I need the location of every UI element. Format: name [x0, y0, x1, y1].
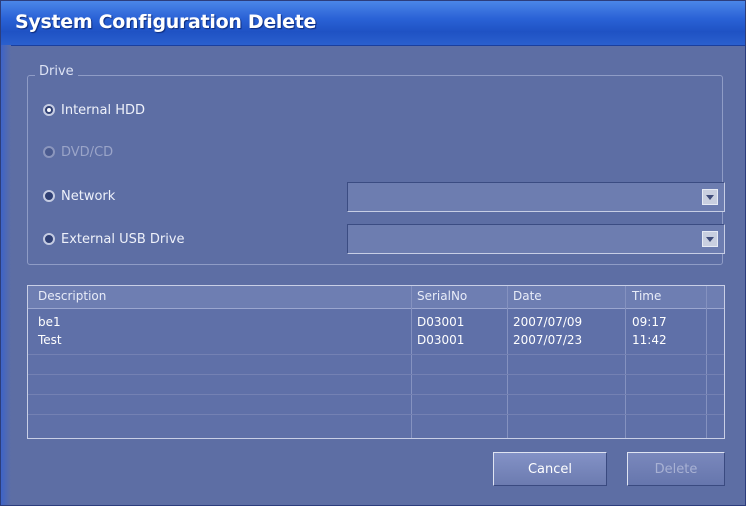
- title-bar[interactable]: System Configuration Delete: [1, 1, 745, 46]
- cell-description: be1: [38, 315, 61, 329]
- cell-time: 09:17: [632, 315, 667, 329]
- column-header-time[interactable]: Time: [632, 289, 661, 303]
- radio-button-icon[interactable]: [43, 233, 55, 245]
- column-divider: [625, 286, 626, 438]
- chevron-down-icon[interactable]: [702, 189, 718, 205]
- dialog-window: System Configuration Delete Drive Intern…: [0, 0, 746, 506]
- cell-serialno: D03001: [417, 315, 465, 329]
- row-divider: [28, 394, 724, 395]
- radio-button-icon[interactable]: [43, 104, 55, 116]
- column-divider: [411, 286, 412, 438]
- column-divider: [507, 286, 508, 438]
- row-divider: [28, 414, 724, 415]
- radio-button-icon: [43, 146, 55, 158]
- column-header-description[interactable]: Description: [38, 289, 106, 303]
- delete-button: Delete: [627, 452, 725, 486]
- usb-select[interactable]: [347, 224, 725, 254]
- window-title: System Configuration Delete: [15, 11, 317, 33]
- radio-label: Internal HDD: [61, 102, 146, 118]
- radio-label: External USB Drive: [61, 231, 185, 247]
- network-select[interactable]: [347, 182, 725, 212]
- radio-network[interactable]: Network: [43, 185, 115, 207]
- column-header-serialno[interactable]: SerialNo: [417, 289, 467, 303]
- radio-dvd-cd: DVD/CD: [43, 141, 113, 163]
- table-header: Description SerialNo Date Time: [28, 286, 724, 309]
- column-header-date[interactable]: Date: [513, 289, 542, 303]
- drive-legend: Drive: [35, 64, 78, 79]
- radio-label: Network: [61, 188, 116, 204]
- cancel-button[interactable]: Cancel: [493, 452, 607, 486]
- cell-date: 2007/07/23: [513, 333, 583, 347]
- cell-time: 11:42: [632, 333, 667, 347]
- radio-button-icon[interactable]: [43, 190, 55, 202]
- radio-internal-hdd[interactable]: Internal HDD: [43, 99, 145, 121]
- radio-external-usb[interactable]: External USB Drive: [43, 228, 185, 250]
- chevron-down-icon[interactable]: [702, 231, 718, 247]
- column-divider: [706, 286, 707, 438]
- window-edge: [1, 45, 11, 505]
- row-divider: [28, 374, 724, 375]
- cell-serialno: D03001: [417, 333, 465, 347]
- config-table[interactable]: Description SerialNo Date Time be1 D0300…: [27, 285, 725, 439]
- radio-label: DVD/CD: [61, 144, 114, 160]
- row-divider: [28, 354, 724, 355]
- cell-description: Test: [38, 333, 62, 347]
- cell-date: 2007/07/09: [513, 315, 583, 329]
